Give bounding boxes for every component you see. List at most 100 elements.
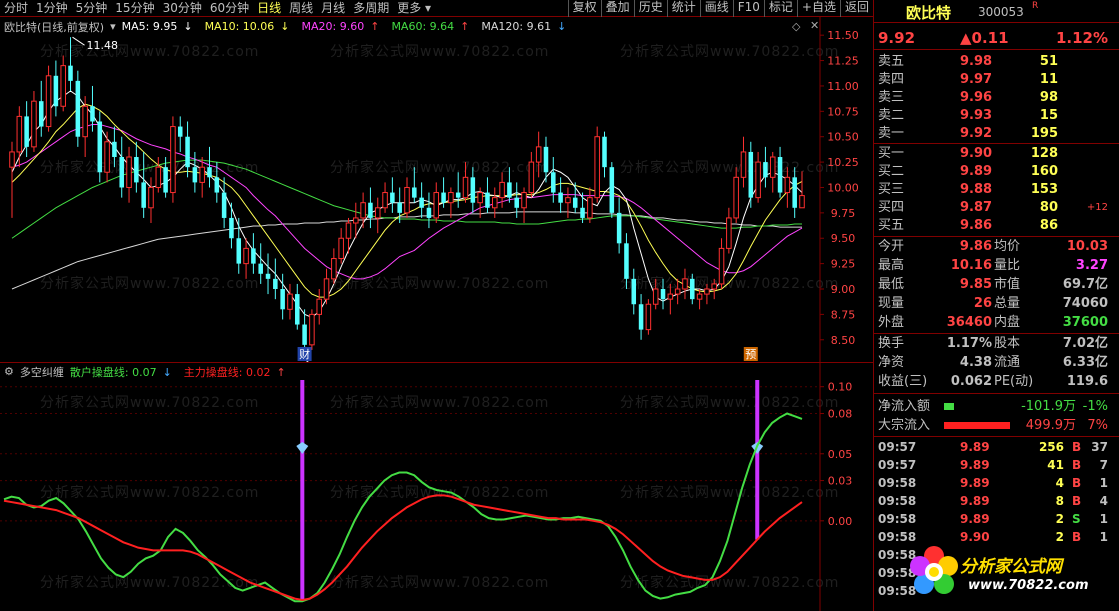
stat-value: 9.85 xyxy=(959,277,992,292)
stock-header: 欧比特 300053 R xyxy=(874,0,1119,23)
adjust-button[interactable]: 复权 xyxy=(567,0,601,17)
tab-period-weekly[interactable]: 周线 xyxy=(285,0,317,17)
svg-text:财: 财 xyxy=(299,347,310,361)
f10-button[interactable]: F10 xyxy=(732,0,764,17)
legend-dropdown-icon[interactable]: ▾ xyxy=(110,20,116,33)
candle xyxy=(535,131,542,178)
site-logo: 分析家公式网 www.70822.com xyxy=(904,538,1116,608)
ask-volume: 98 xyxy=(1039,90,1058,105)
event-tag[interactable]: 财 xyxy=(297,347,312,361)
tab-period-more[interactable]: 更多 ▾ xyxy=(393,0,435,17)
stock-name: 欧比特 xyxy=(906,4,952,22)
flow-value: -101.9万 xyxy=(1021,399,1076,414)
tick-price: 9.89 xyxy=(960,440,990,454)
bid-label: 买五 xyxy=(878,218,905,233)
tick-side: S xyxy=(1072,512,1081,526)
candle xyxy=(704,283,710,305)
ask-row[interactable]: 卖四 9.97 11 xyxy=(874,71,1119,89)
candle xyxy=(24,101,29,158)
flow-bar xyxy=(944,403,954,410)
ask-row[interactable]: 卖五 9.98 51 xyxy=(874,53,1119,71)
bid-row[interactable]: 买一 9.90 128 xyxy=(874,145,1119,163)
tab-period-1min[interactable]: 1分钟 xyxy=(32,0,72,17)
stat-value: 7.02亿 xyxy=(1062,336,1108,351)
bid-label: 买四 xyxy=(878,200,905,215)
tab-period-30min[interactable]: 30分钟 xyxy=(159,0,206,17)
indicator-chart[interactable]: 0.10 0.08 0.05 0.03 0.00 xyxy=(0,362,873,611)
add-watchlist-button[interactable]: +自选 xyxy=(796,0,840,17)
tick-volume: 256 xyxy=(1038,440,1064,454)
history-button[interactable]: 历史 xyxy=(633,0,667,17)
draw-line-button[interactable]: 画线 xyxy=(699,0,733,17)
candle xyxy=(462,162,469,203)
tab-period-5min[interactable]: 5分钟 xyxy=(72,0,112,17)
candle xyxy=(696,289,703,310)
tick-row: 09:57 9.89 41 B 7 xyxy=(874,456,1119,474)
candle xyxy=(368,187,373,229)
diamond-icon[interactable]: ◇ xyxy=(792,20,800,33)
stat-row: 最高 10.16 量比 3.27 xyxy=(874,257,1119,275)
stat-label: 换手 xyxy=(878,336,905,351)
kline-panel[interactable]: 分析家公式网www.70822.com 分析家公式网www.70822.com … xyxy=(0,17,873,362)
stat-row: 现量 26 总量 74060 xyxy=(874,295,1119,313)
ask-volume: 195 xyxy=(1030,126,1058,141)
ask-label: 卖四 xyxy=(878,72,905,87)
ma120-arrow: ↓ xyxy=(557,20,567,33)
back-button[interactable]: 返回 xyxy=(839,0,873,17)
flow-row: 净流入额 -101.9万 -1% xyxy=(874,397,1119,416)
tab-period-intraday[interactable]: 分时 xyxy=(0,0,32,17)
ask-row[interactable]: 卖一 9.92 195 xyxy=(874,125,1119,143)
candle xyxy=(280,273,285,320)
candle xyxy=(412,167,417,203)
bid-price: 9.87 xyxy=(960,200,993,215)
main-line-arrow: ↑ xyxy=(276,365,286,379)
candle xyxy=(631,268,637,315)
candle xyxy=(273,258,278,300)
indicator-panel[interactable]: 分析家公式网www.70822.com 分析家公式网www.70822.com … xyxy=(0,362,873,611)
event-tag[interactable]: 预 xyxy=(743,347,758,361)
tab-period-multi[interactable]: 多周期 xyxy=(349,0,393,17)
tick-volume: 41 xyxy=(1047,458,1064,472)
statistics-button[interactable]: 统计 xyxy=(666,0,700,17)
candle xyxy=(229,202,234,249)
bid-row[interactable]: 买五 9.86 86 xyxy=(874,217,1119,235)
flow-pct: 7% xyxy=(1087,418,1108,433)
ma-legend: 欧比特(日线,前复权) ▾ MA5: 9.95 ↓ MA10: 10.06 ↓ MA… xyxy=(4,19,578,34)
candle xyxy=(31,91,37,152)
kline-chart[interactable]: 11.50 11.25 11.00 10.75 10.50 10.25 10.00 9.75 9… xyxy=(0,17,873,362)
ma120-value: MA120: 9.61 xyxy=(481,20,552,33)
candle xyxy=(97,111,103,183)
mark-button[interactable]: 标记 xyxy=(763,0,797,17)
close-icon[interactable]: ✕ xyxy=(810,19,819,32)
bid-row[interactable]: 买二 9.89 160 xyxy=(874,163,1119,181)
overlay-button[interactable]: 叠加 xyxy=(600,0,634,17)
tab-period-monthly[interactable]: 月线 xyxy=(317,0,349,17)
ask-label: 卖二 xyxy=(878,108,905,123)
tab-period-15min[interactable]: 15分钟 xyxy=(111,0,158,17)
bid-row[interactable]: 买三 9.88 153 xyxy=(874,181,1119,199)
stat-value: 0.062 xyxy=(950,374,992,389)
candle xyxy=(112,126,117,168)
stat-label: 市值 xyxy=(994,277,1021,292)
indicator-settings-icon[interactable]: ⚙ xyxy=(4,365,14,378)
tab-period-daily[interactable]: 日线 xyxy=(253,0,285,17)
ask-row[interactable]: 卖二 9.93 15 xyxy=(874,107,1119,125)
candle xyxy=(433,182,440,224)
candle xyxy=(660,278,666,310)
candle xyxy=(638,294,644,340)
price-change: ▲0.11 xyxy=(960,29,1009,47)
ma20-legend: MA20: 9.60 ↑ xyxy=(302,20,386,33)
bid-label: 买二 xyxy=(878,164,905,179)
tick-time: 09:58 xyxy=(878,476,917,490)
flow-label: 净流入额 xyxy=(878,399,931,414)
bid-row[interactable]: 买四 9.87 80 +12 xyxy=(874,199,1119,217)
candle xyxy=(682,268,688,300)
candle xyxy=(652,278,659,310)
stat-row: 今开 9.86 均价 10.03 xyxy=(874,238,1119,256)
ask-volume: 15 xyxy=(1039,108,1058,123)
tab-period-60min[interactable]: 60分钟 xyxy=(206,0,253,17)
stat-label: 均价 xyxy=(994,239,1021,254)
orderbook-divider xyxy=(874,143,1119,144)
ask-row[interactable]: 卖三 9.96 98 xyxy=(874,89,1119,107)
candle xyxy=(609,162,615,218)
